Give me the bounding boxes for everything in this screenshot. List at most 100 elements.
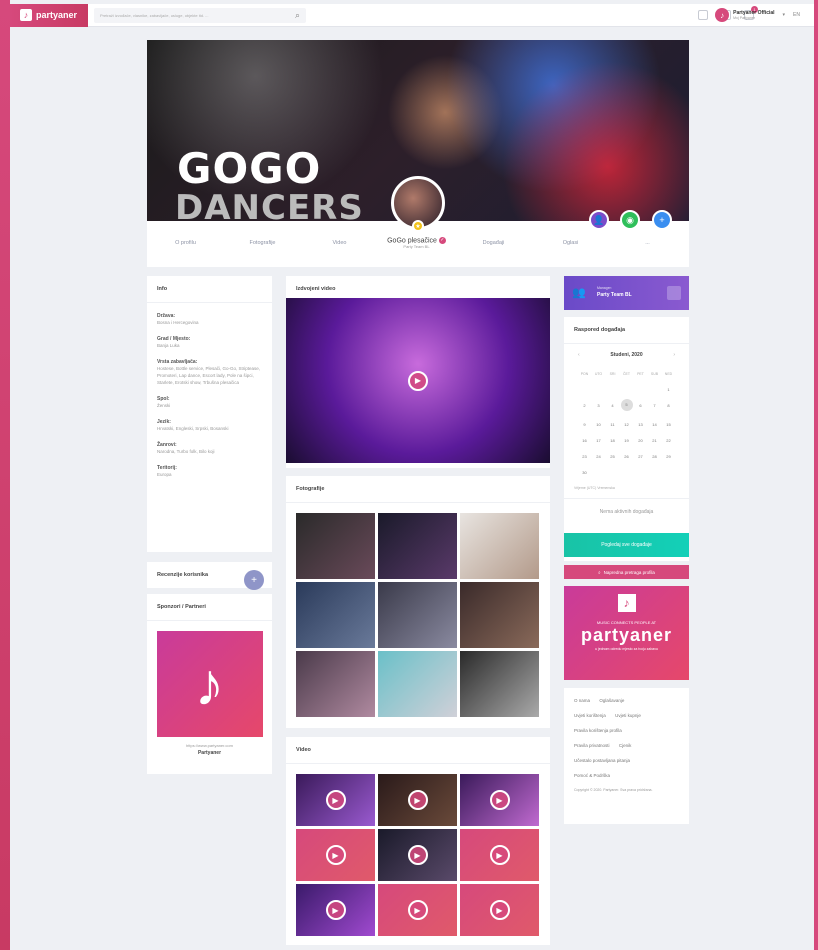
calendar-day[interactable]: 14 xyxy=(648,422,662,427)
calendar-next-button[interactable]: › xyxy=(673,352,675,358)
calendar-day[interactable]: 16 xyxy=(578,438,592,443)
calendar-day[interactable]: 1 xyxy=(662,387,676,392)
calendar-day[interactable]: 2 xyxy=(578,403,592,411)
calendar-day[interactable]: 13 xyxy=(634,422,648,427)
play-icon[interactable]: ▶ xyxy=(325,845,346,865)
photo-thumb[interactable] xyxy=(378,513,457,579)
featured-video-player[interactable]: ▶ xyxy=(286,298,550,463)
play-icon[interactable]: ▶ xyxy=(407,790,428,810)
photo-thumb[interactable] xyxy=(460,582,539,648)
calendar-day[interactable]: 29 xyxy=(662,454,676,459)
calendar-day[interactable]: 25 xyxy=(606,454,620,459)
photo-thumb[interactable] xyxy=(296,651,375,717)
chevron-down-icon[interactable]: ▾ xyxy=(783,12,786,18)
video-thumb[interactable]: ▶ xyxy=(378,829,457,881)
play-icon[interactable]: ▶ xyxy=(408,370,428,391)
follow-button[interactable]: 👤 xyxy=(589,210,609,230)
advanced-search-button[interactable]: ⌕ Napredna pretraga profila xyxy=(564,565,689,579)
calendar-day[interactable] xyxy=(662,470,676,475)
calendar-day[interactable]: 17 xyxy=(592,438,606,443)
video-thumb[interactable]: ▶ xyxy=(460,774,539,826)
photo-thumb[interactable] xyxy=(460,513,539,579)
search-input[interactable]: Pretraži izvođače, vlasnike, zabavljače,… xyxy=(94,7,306,23)
user-menu[interactable]: ♪ Partyaner Official Moj Partyaner ▾ EN xyxy=(715,8,800,22)
video-thumb[interactable]: ▶ xyxy=(296,884,375,936)
photo-thumb[interactable] xyxy=(378,582,457,648)
calendar-day-today[interactable]: 5 xyxy=(620,399,633,411)
calendar-day[interactable]: 24 xyxy=(592,454,606,459)
video-thumb[interactable]: ▶ xyxy=(378,884,457,936)
calendar-day[interactable]: 8 xyxy=(662,403,676,411)
message-icon[interactable] xyxy=(667,286,681,300)
manager-card[interactable]: 👥 Manager: Party Team BL xyxy=(564,276,689,310)
add-review-button[interactable]: + xyxy=(244,570,264,590)
play-icon[interactable]: ▶ xyxy=(325,900,346,920)
tab-more[interactable]: ... xyxy=(609,240,686,246)
sponsor-name[interactable]: Partyaner xyxy=(147,750,272,756)
video-thumb[interactable]: ▶ xyxy=(296,829,375,881)
calendar-day[interactable]: 15 xyxy=(662,422,676,427)
calendar-day[interactable]: 18 xyxy=(606,438,620,443)
calendar-day[interactable]: 26 xyxy=(620,454,634,459)
calendar-icon[interactable] xyxy=(698,10,708,20)
view-all-events-button[interactable]: Pogledaj sve događaje xyxy=(564,533,689,557)
photo-thumb[interactable] xyxy=(296,513,375,579)
calendar-day[interactable] xyxy=(592,387,606,392)
footer-link-support[interactable]: Pomoć & Podrška xyxy=(574,773,610,778)
calendar-day[interactable] xyxy=(620,470,634,475)
photo-thumb[interactable] xyxy=(460,651,539,717)
tab-photos[interactable]: Fotografije xyxy=(224,240,301,246)
play-icon[interactable]: ▶ xyxy=(407,900,428,920)
calendar-prev-button[interactable]: ‹ xyxy=(578,352,580,358)
calendar-day[interactable]: 9 xyxy=(578,422,592,427)
calendar-day[interactable]: 21 xyxy=(648,438,662,443)
calendar-day[interactable] xyxy=(606,470,620,475)
promo-banner[interactable]: ♪ MUSIC CONNECTS PEOPLE AT partyaner u j… xyxy=(564,586,689,680)
rss-button[interactable]: ◉ xyxy=(620,210,640,230)
footer-link-ads[interactable]: Oglašavanje xyxy=(599,698,624,703)
add-button[interactable]: + xyxy=(652,210,672,230)
calendar-day[interactable] xyxy=(592,470,606,475)
calendar-day[interactable] xyxy=(606,387,620,392)
calendar-day[interactable] xyxy=(648,387,662,392)
calendar-day[interactable] xyxy=(620,387,634,392)
calendar-day[interactable]: 22 xyxy=(662,438,676,443)
sponsor-logo[interactable]: ♪ xyxy=(156,631,263,737)
video-thumb[interactable]: ▶ xyxy=(296,774,375,826)
footer-link-profile-rules[interactable]: Pravila korištenja profila xyxy=(574,728,622,733)
calendar-day[interactable]: 28 xyxy=(648,454,662,459)
language-selector[interactable]: EN xyxy=(793,12,800,18)
calendar-day[interactable]: 4 xyxy=(606,403,620,411)
search-icon[interactable]: ⌕ xyxy=(295,10,300,21)
play-icon[interactable]: ▶ xyxy=(489,790,510,810)
tab-events[interactable]: Događaji xyxy=(455,240,532,246)
footer-link-pricing[interactable]: Cjenik xyxy=(619,743,632,748)
calendar-day[interactable] xyxy=(578,387,592,392)
video-thumb[interactable]: ▶ xyxy=(378,774,457,826)
photo-thumb[interactable] xyxy=(296,582,375,648)
logo[interactable]: ♪ partyaner xyxy=(10,3,88,27)
photo-thumb[interactable] xyxy=(378,651,457,717)
calendar-day[interactable] xyxy=(634,387,648,392)
calendar-day[interactable] xyxy=(648,470,662,475)
play-icon[interactable]: ▶ xyxy=(325,790,346,810)
calendar-day[interactable]: 7 xyxy=(648,403,662,411)
video-thumb[interactable]: ▶ xyxy=(460,829,539,881)
calendar-day[interactable]: 10 xyxy=(592,422,606,427)
calendar-day[interactable] xyxy=(634,470,648,475)
calendar-day[interactable]: 12 xyxy=(620,422,634,427)
calendar-day[interactable]: 30 xyxy=(578,470,592,475)
tab-ads[interactable]: Oglasi xyxy=(532,240,609,246)
play-icon[interactable]: ▶ xyxy=(407,845,428,865)
tab-video[interactable]: Video xyxy=(301,240,378,246)
calendar-day[interactable]: 11 xyxy=(606,422,620,427)
calendar-day[interactable]: 27 xyxy=(634,454,648,459)
calendar-day[interactable]: 6 xyxy=(634,403,648,411)
calendar-day[interactable]: 19 xyxy=(620,438,634,443)
sponsor-url[interactable]: https://www.partyaner.com xyxy=(147,743,272,748)
video-thumb[interactable]: ▶ xyxy=(460,884,539,936)
footer-link-faq[interactable]: Učestalo postavljana pitanja xyxy=(574,758,630,763)
footer-link-terms[interactable]: Uvjeti korištenja xyxy=(574,713,606,718)
footer-link-privacy[interactable]: Pravila privatnosti xyxy=(574,743,610,748)
footer-link-purchase[interactable]: Uvjeti kupnje xyxy=(615,713,641,718)
